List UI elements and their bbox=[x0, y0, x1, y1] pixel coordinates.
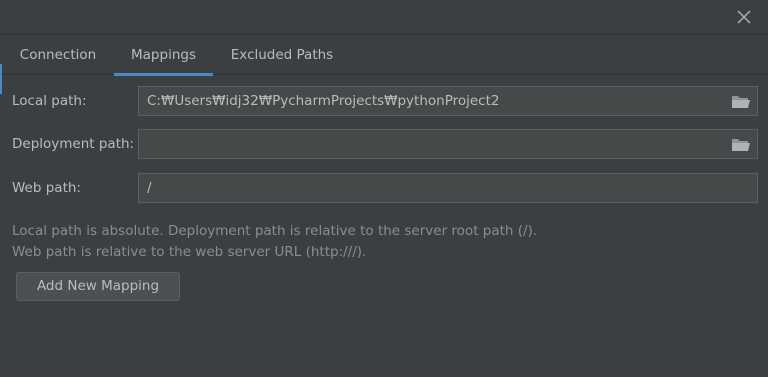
deployment-path-label: Deployment path: bbox=[12, 136, 135, 152]
info-text-web-path: Web path is relative to the web server U… bbox=[12, 244, 367, 260]
info-text-local-path: Local path is absolute. Deployment path … bbox=[12, 223, 538, 239]
local-path-label: Local path: bbox=[12, 93, 87, 109]
tab-excluded-paths[interactable]: Excluded Paths bbox=[218, 35, 346, 75]
close-button[interactable] bbox=[734, 7, 754, 27]
add-new-mapping-button[interactable]: Add New Mapping bbox=[16, 272, 180, 301]
deployment-path-input[interactable] bbox=[138, 129, 758, 159]
web-path-label: Web path: bbox=[12, 180, 81, 196]
folder-icon bbox=[732, 96, 750, 108]
close-icon bbox=[737, 10, 751, 24]
tab-mappings[interactable]: Mappings bbox=[114, 35, 213, 76]
mappings-dialog: Connection Mappings Excluded Paths Local… bbox=[0, 0, 768, 377]
local-path-browse-button[interactable] bbox=[730, 92, 752, 110]
tab-bar: Connection Mappings Excluded Paths bbox=[0, 34, 768, 76]
title-bar bbox=[0, 0, 768, 34]
tab-connection[interactable]: Connection bbox=[8, 35, 108, 75]
focus-indicator bbox=[0, 64, 2, 94]
folder-icon bbox=[732, 139, 750, 151]
web-path-input[interactable] bbox=[138, 173, 758, 203]
local-path-input[interactable] bbox=[138, 86, 758, 116]
deployment-path-browse-button[interactable] bbox=[730, 135, 752, 153]
